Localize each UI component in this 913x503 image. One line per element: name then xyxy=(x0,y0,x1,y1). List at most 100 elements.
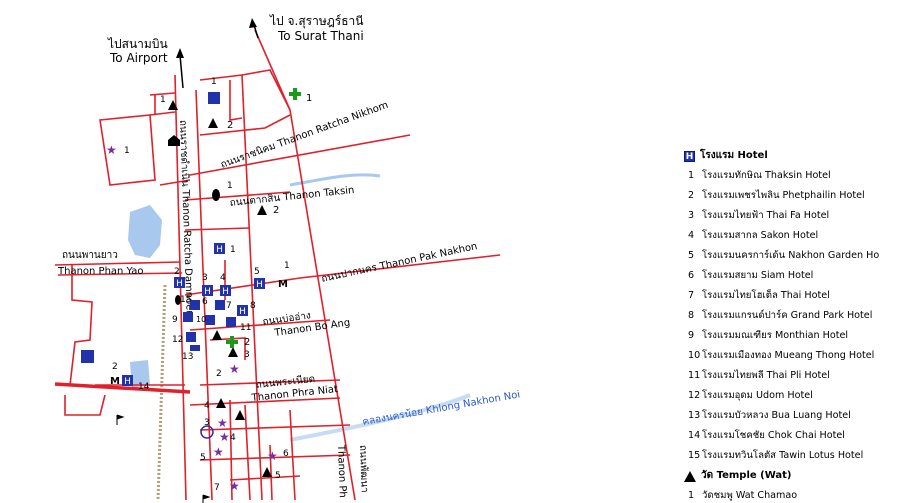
street-label-pak-nakhon: ถนนปากนคร Thanon Pak Nakhon xyxy=(320,241,478,285)
hotel-number: 9 xyxy=(172,315,178,325)
hotel-number: 2 xyxy=(174,267,180,277)
hotel-marker: 12 xyxy=(172,332,196,345)
hotel-number: 1 xyxy=(230,245,236,255)
star-number: 4 xyxy=(230,433,236,443)
star-number: 5 xyxy=(200,453,206,463)
temple-number: 2 xyxy=(227,120,233,131)
svg-text:M: M xyxy=(110,376,120,387)
temple-marker: 2 xyxy=(208,118,233,131)
hotel-legend-item: 7 โรงแรมไทยโฮเต็ล Thai Hotel xyxy=(684,286,913,306)
hotel-legend-name: โรงแรมมณเฑียร Monthian Hotel xyxy=(702,330,849,341)
hotel-number: 12 xyxy=(172,335,183,345)
hotel-legend-name: โรงแรมอุดม Udom Hotel xyxy=(702,390,813,401)
hotel-legend-item: 3 โรงแรมไทยฟ้า Thai Fa Hotel xyxy=(684,206,913,226)
hotel-legend-number: 5 xyxy=(688,250,695,261)
svg-text:H: H xyxy=(124,377,131,387)
street-label-phatthana-english: Thanon Ph xyxy=(335,444,348,498)
hotel-legend-name: โรงแรมเพชรไพลิน Phetphailin Hotel xyxy=(702,190,865,201)
museum-number: 2 xyxy=(112,362,118,372)
flag-icon xyxy=(202,494,211,503)
svg-text:★: ★ xyxy=(229,479,240,493)
temple-icon xyxy=(684,470,696,482)
hospital-marker: 1 xyxy=(289,88,312,104)
station-number: 1 xyxy=(211,77,217,87)
hotel-legend-name: โรงแรมโชคชัย Chok Chai Hotel xyxy=(702,430,845,441)
hotel-legend-number: 9 xyxy=(688,330,695,341)
museum-marker: M1 xyxy=(278,261,290,290)
museum-marker: M2 xyxy=(110,362,120,387)
hotel-number: 13 xyxy=(182,352,193,362)
hotel-marker: H1 xyxy=(214,243,236,255)
station-icon xyxy=(208,92,220,104)
hotel-legend-number: 12 xyxy=(688,390,701,401)
hotel-legend-name: โรงแรมไทยฟ้า Thai Fa Hotel xyxy=(702,210,830,221)
hotel-legend-title: โรงแรม Hotel xyxy=(700,150,768,161)
hotel-legend-name: โรงแรมสยาม Siam Hotel xyxy=(702,270,814,281)
hotel-legend-name: โรงแรมนครการ์เด้น Nakhon Garden Ho xyxy=(702,250,880,261)
svg-text:★: ★ xyxy=(106,143,117,157)
hotel-number: 5 xyxy=(254,267,260,277)
svg-text:★: ★ xyxy=(229,362,240,376)
map-legend: H โรงแรม Hotel 1 โรงแรมทักษิณ Thaksin Hot… xyxy=(684,146,913,503)
stupa-number: 1 xyxy=(227,181,233,191)
flag-icon xyxy=(116,414,125,425)
surat-label-english: To Surat Thani xyxy=(277,29,364,43)
hotel-marker: H3 xyxy=(202,273,213,297)
hotel-legend-number: 14 xyxy=(688,430,701,441)
stupa-marker xyxy=(175,295,181,305)
hotel-legend-number: 11 xyxy=(688,370,701,381)
hotel-marker: H5 xyxy=(254,267,265,290)
city-map: ไป จ.สุราษฎร์ธานี To Surat Thani ไปสนามบ… xyxy=(54,14,521,503)
svg-text:M: M xyxy=(278,279,288,290)
star-number: 2 xyxy=(216,369,222,379)
misc-icons: 1 xyxy=(81,77,220,503)
canal xyxy=(289,173,381,187)
star-marker: ★ xyxy=(229,479,240,493)
hotel-legend-item: 1 โรงแรมทักษิณ Thaksin Hotel xyxy=(684,166,913,186)
svg-text:★: ★ xyxy=(217,416,228,430)
hospital-number: 1 xyxy=(306,93,312,104)
hotel-marker: 13 xyxy=(182,345,200,362)
hotel-legend-number: 10 xyxy=(688,350,701,361)
temple-number: 2 xyxy=(273,205,279,216)
street-label-phan-yao-english: Thanon Phan Yao xyxy=(57,266,144,277)
hotel-marker: 9 xyxy=(172,312,193,325)
hospital-number: 2 xyxy=(244,337,250,348)
temple-number: 4 xyxy=(204,401,210,411)
hotel-legend-item: 8 โรงแรมแกรนด์ปาร์ค Grand Park Hotel xyxy=(684,306,913,326)
svg-text:H: H xyxy=(176,279,183,289)
hotel-legend-name: โรงแรมสากล Sakon Hotel xyxy=(702,230,819,241)
airport-arrow-head xyxy=(176,48,184,58)
hotel-number: 8 xyxy=(250,301,256,311)
hotel-legend-item: 14 โรงแรมโชคชัย Chok Chai Hotel xyxy=(684,426,913,446)
temple-legend-name: วัดชมพู Wat Chamao xyxy=(702,490,798,501)
star-marker: ★ 1 xyxy=(106,143,130,157)
hotel-legend-item: 15 โรงแรมทวินโลตัส Tawin Lotus Hotel xyxy=(684,446,913,466)
street-label-phatthana-thai: ถนนพัฒนา xyxy=(357,445,370,493)
hotel-legend-number: 6 xyxy=(688,270,695,281)
hotel-legend-item: 13 โรงแรมบัวหลวง Bua Luang Hotel xyxy=(684,406,913,426)
hotel-legend-number: 7 xyxy=(688,290,695,301)
hotel-legend-number: 4 xyxy=(688,230,695,241)
road-network xyxy=(54,29,501,501)
svg-text:★: ★ xyxy=(213,445,224,459)
hotel-legend-item: 11 โรงแรมไทยพลี Thai Pli Hotel xyxy=(684,366,913,386)
hotel-legend-item: 5 โรงแรมนครการ์เด้น Nakhon Garden Ho xyxy=(684,246,913,266)
star-number: 1 xyxy=(124,146,130,156)
temple-number: 3 xyxy=(244,350,250,360)
lake xyxy=(128,205,162,258)
hotel-legend-name: โรงแรมทวินโลตัส Tawin Lotus Hotel xyxy=(702,450,864,461)
svg-text:H: H xyxy=(256,280,263,290)
star-marker: ★ 4 xyxy=(219,430,236,444)
svg-text:H: H xyxy=(204,287,211,297)
hotel-legend-name: โรงแรมแกรนด์ปาร์ค Grand Park Hotel xyxy=(702,310,873,321)
svg-text:★: ★ xyxy=(267,449,278,463)
hotel-marker: 15 xyxy=(180,295,191,305)
hotel-marker: 10 xyxy=(196,315,215,325)
hotel-marker: H4 xyxy=(220,273,231,297)
hotel-number: 11 xyxy=(240,323,251,333)
temple-marker: 2 xyxy=(257,205,279,216)
hotel-legend-number: 8 xyxy=(688,310,695,321)
hotel-number: 3 xyxy=(202,273,208,283)
hotel-number: 6 xyxy=(202,297,208,307)
